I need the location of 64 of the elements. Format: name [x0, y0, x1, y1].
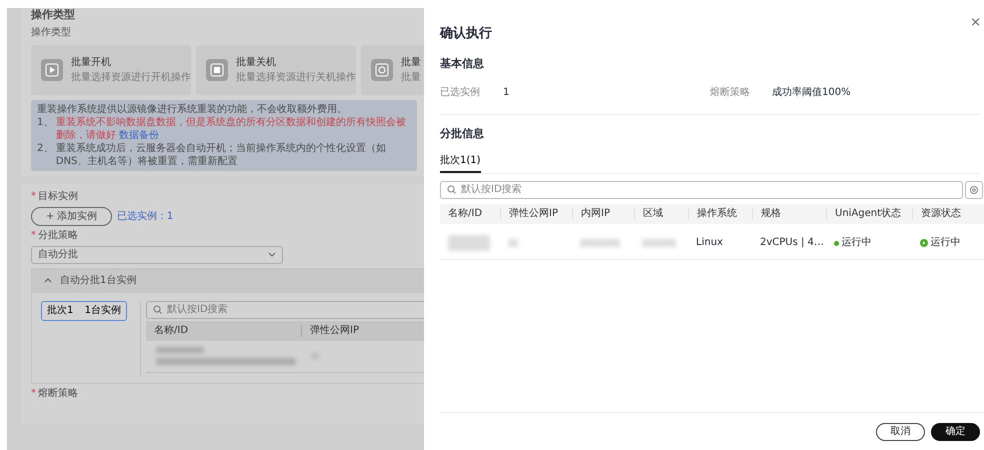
- list-number: 2、: [37, 142, 54, 156]
- field-label: 熔断策略: [710, 86, 751, 100]
- table-cell: 2vCPUs | 4…: [760, 237, 824, 248]
- field-label: 分批策略: [38, 228, 78, 243]
- field-value: 1: [503, 86, 510, 100]
- field-label: 熔断策略: [38, 386, 78, 401]
- field-value: 成功率阈值100%: [772, 86, 852, 100]
- search-icon: [153, 305, 162, 314]
- column-header: 资源状态: [912, 208, 984, 220]
- column-header: 弹性公网IP: [301, 325, 424, 337]
- required-mark: *: [31, 387, 36, 401]
- section-title: 基本信息: [440, 56, 485, 72]
- settings-icon: [969, 184, 979, 194]
- column-header: UniAgent状态: [826, 208, 912, 220]
- cancel-button[interactable]: 取消: [876, 422, 925, 440]
- field-label: 已选实例: [440, 86, 481, 100]
- redacted-text: [156, 347, 204, 353]
- card-title: 批量开机: [71, 56, 112, 70]
- strategy-select[interactable]: 自动分批: [31, 246, 283, 264]
- column-header: 弹性公网IP: [500, 208, 572, 220]
- panel-title: 自动分批1台实例: [60, 274, 136, 288]
- search-field[interactable]: 默认按ID搜索: [440, 180, 962, 198]
- required-mark: *: [31, 190, 36, 204]
- card-title: 批量: [401, 56, 421, 70]
- table-cell: Linux: [696, 237, 723, 248]
- confirm-button[interactable]: 确定: [931, 422, 980, 440]
- section-title: 分批信息: [440, 126, 485, 142]
- notice-text: 重装系统不影响数据盘数据，但是系统盘的所有分区数据和创建的所有快照会被删除，请做好 数据备份: [56, 116, 407, 142]
- settings-button[interactable]: [965, 180, 983, 198]
- notice-text: 重装系统成功后，云服务器会自动开机；当前操作系统内的个性化设置（如DNS、主机名等）将被重置，需重新配置: [56, 142, 387, 168]
- redacted-text: [508, 239, 518, 247]
- notice-text: 重装操作系统提供以源镜像进行系统重装的功能，不会收取额外费用。: [37, 103, 348, 116]
- chevron-down-icon: [268, 252, 276, 257]
- search-icon: [447, 185, 456, 194]
- tab[interactable]: 批次1(1): [440, 152, 481, 172]
- redacted-text: [580, 239, 620, 247]
- card-description: 批量选择资源进行关机操作: [236, 70, 356, 85]
- section-title: 操作类型: [31, 8, 76, 21]
- selected-count[interactable]: 已选实例：1: [116, 208, 174, 224]
- card-title: 批量关机: [236, 56, 277, 70]
- column-header: 操作系统: [688, 208, 752, 220]
- drawer-title: 确认执行: [440, 25, 493, 43]
- status-text: 运行中: [842, 237, 872, 249]
- operation-card[interactable]: 批量关机 批量选择资源进行关机操作: [196, 45, 356, 95]
- redacted-text: [448, 235, 490, 251]
- field-label: 操作类型: [31, 26, 72, 40]
- column-header: 名称/ID: [153, 325, 190, 337]
- redacted-text: [642, 239, 676, 247]
- required-mark: *: [31, 229, 36, 243]
- close-button[interactable]: ×: [970, 16, 981, 30]
- card-description: 批量选择资源进行开机操作: [71, 70, 191, 85]
- list-number: 1、: [37, 116, 54, 130]
- operation-card[interactable]: 批量 批量: [361, 45, 424, 95]
- panel-header[interactable]: 自动分批1台实例: [32, 268, 424, 292]
- column-header: 区域: [634, 208, 688, 220]
- column-header: 名称/ID: [447, 208, 484, 220]
- card-description: 批量: [401, 70, 421, 85]
- operation-card[interactable]: 批量开机 批量选择资源进行开机操作: [31, 45, 191, 95]
- status-text: 运行中: [930, 237, 960, 249]
- batch-item[interactable]: 批次1 1台实例: [41, 300, 127, 320]
- column-header: 内网IP: [572, 208, 634, 220]
- add-button[interactable]: + 添加实例: [31, 206, 112, 226]
- column-header: 规格: [752, 208, 826, 220]
- field-label: 目标实例: [38, 190, 78, 204]
